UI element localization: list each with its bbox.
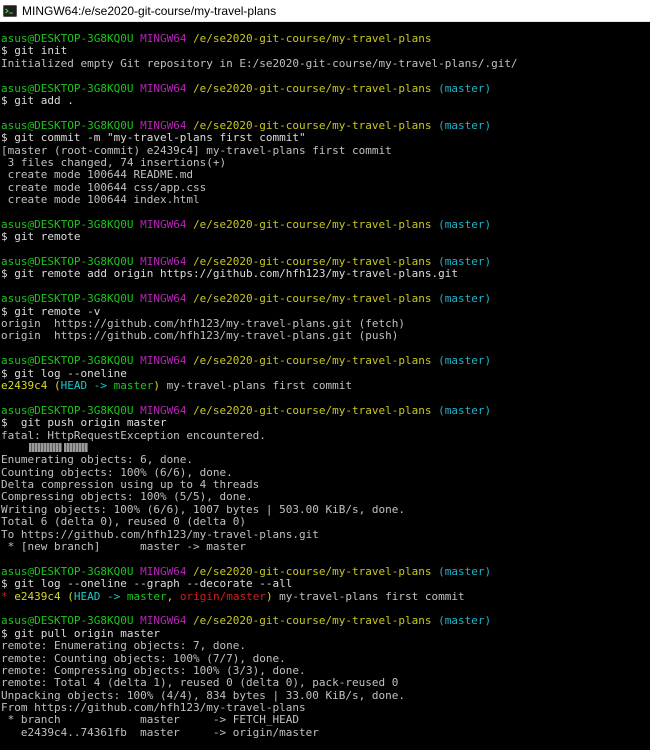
output-line: create mode 100644 index.html bbox=[1, 193, 200, 207]
prompt-msystem: MINGW64 bbox=[140, 255, 187, 269]
window-title: MINGW64:/e/se2020-git-course/my-travel-p… bbox=[22, 3, 277, 18]
prompt-path: /e/se2020-git-course/my-travel-plans bbox=[193, 614, 432, 628]
commit-message: my-travel-plans first commit bbox=[159, 378, 353, 392]
title-bar[interactable]: MINGW64:/e/se2020-git-course/my-travel-p… bbox=[0, 0, 650, 22]
prompt-branch: (master) bbox=[438, 614, 492, 628]
progress-block bbox=[29, 443, 62, 453]
output-line: * [new branch] master -> master bbox=[1, 540, 247, 554]
prompt-branch: (master) bbox=[438, 403, 492, 417]
output-line: create mode 100644 README.md bbox=[1, 168, 194, 182]
output-line: Enumerating objects: 6, done. bbox=[1, 453, 194, 467]
prompt-line: asus@DESKTOP-3G8KQ0U MINGW64 /e/se2020-g… bbox=[1, 32, 650, 45]
prompt-msystem: MINGW64 bbox=[140, 32, 187, 45]
prompt-path: /e/se2020-git-course/my-travel-plans bbox=[193, 292, 432, 306]
command-line: $ git remote add origin https://github.c… bbox=[1, 267, 458, 281]
prompt-user: asus@DESKTOP-3G8KQ0U bbox=[1, 32, 134, 45]
commit-message: my-travel-plans first commit bbox=[272, 589, 465, 603]
output-line: remote: Enumerating objects: 7, done. bbox=[1, 639, 247, 653]
prompt-user: asus@DESKTOP-3G8KQ0U bbox=[1, 354, 134, 368]
prompt-path: /e/se2020-git-course/my-travel-plans bbox=[193, 81, 432, 95]
ref-separator: , bbox=[166, 589, 180, 603]
prompt-msystem: MINGW64 bbox=[140, 354, 187, 368]
prompt-branch: (master) bbox=[438, 255, 492, 269]
branch-ref: master bbox=[126, 589, 167, 603]
prompt-line: asus@DESKTOP-3G8KQ0U MINGW64 /e/se2020-g… bbox=[1, 217, 650, 231]
prompt-branch: (master) bbox=[438, 118, 492, 132]
prompt-path: /e/se2020-git-course/my-travel-plans bbox=[193, 255, 432, 269]
output-line: Initialized empty Git repository in E:/s… bbox=[1, 56, 518, 70]
prompt-msystem: MINGW64 bbox=[140, 217, 187, 231]
prompt-branch: (master) bbox=[438, 354, 492, 368]
branch-ref: master bbox=[113, 378, 154, 392]
output-line: e2439c4..74361fb master -> origin/master bbox=[1, 725, 319, 739]
log-line: e2439c4 (HEAD -> master) my-travel-plans… bbox=[1, 378, 650, 392]
ref-close: ) bbox=[265, 589, 273, 603]
prompt-path: /e/se2020-git-course/my-travel-plans bbox=[193, 118, 432, 132]
prompt-user: asus@DESKTOP-3G8KQ0U bbox=[1, 217, 134, 231]
prompt-path: /e/se2020-git-course/my-travel-plans bbox=[193, 354, 432, 368]
output-line: remote: Total 4 (delta 1), reused 0 (del… bbox=[1, 676, 399, 690]
prompt-user: asus@DESKTOP-3G8KQ0U bbox=[1, 118, 134, 132]
prompt-user: asus@DESKTOP-3G8KQ0U bbox=[1, 403, 134, 417]
prompt-user: asus@DESKTOP-3G8KQ0U bbox=[1, 81, 134, 95]
log-graph-line: * e2439c4 (HEAD -> master, origin/master… bbox=[1, 589, 650, 603]
command-line: $ git commit -m "my-travel-plans first c… bbox=[1, 131, 306, 145]
prompt-branch: (master) bbox=[438, 564, 492, 578]
prompt-line: asus@DESKTOP-3G8KQ0U MINGW64 /e/se2020-g… bbox=[1, 354, 650, 368]
ref-open: ( bbox=[60, 589, 74, 603]
prompt-msystem: MINGW64 bbox=[140, 292, 187, 306]
ref-close: ) bbox=[153, 378, 160, 392]
head-ref: HEAD -> bbox=[73, 589, 127, 603]
prompt-user: asus@DESKTOP-3G8KQ0U bbox=[1, 292, 134, 306]
commit-hash: e2439c4 bbox=[14, 589, 61, 603]
prompt-path: /e/se2020-git-course/my-travel-plans bbox=[193, 32, 432, 45]
prompt-msystem: MINGW64 bbox=[140, 81, 187, 95]
command-line: $ git init bbox=[1, 44, 68, 58]
command-line: $ git push origin master bbox=[1, 416, 167, 430]
prompt-msystem: MINGW64 bbox=[140, 564, 187, 578]
prompt-line: asus@DESKTOP-3G8KQ0U MINGW64 /e/se2020-g… bbox=[1, 293, 650, 305]
head-ref: HEAD -> bbox=[60, 378, 114, 392]
ref-open: ( bbox=[53, 378, 61, 392]
prompt-branch: (master) bbox=[438, 217, 492, 231]
output-line: fatal: HttpRequestException encountered. bbox=[1, 428, 266, 442]
prompt-msystem: MINGW64 bbox=[140, 118, 187, 132]
prompt-msystem: MINGW64 bbox=[140, 614, 187, 628]
command-line: $ git remote bbox=[1, 230, 81, 244]
terminal-window: MINGW64:/e/se2020-git-course/my-travel-p… bbox=[0, 0, 650, 750]
prompt-msystem: MINGW64 bbox=[140, 403, 187, 417]
command-line: $ git add . bbox=[1, 93, 74, 107]
output-line: Compressing objects: 100% (5/5), done. bbox=[1, 490, 253, 504]
mingw-terminal-icon bbox=[3, 4, 17, 18]
prompt-path: /e/se2020-git-course/my-travel-plans bbox=[193, 217, 432, 231]
terminal-output[interactable]: asus@DESKTOP-3G8KQ0U MINGW64 /e/se2020-g… bbox=[0, 22, 650, 750]
progress-block bbox=[64, 443, 88, 453]
prompt-path: /e/se2020-git-course/my-travel-plans bbox=[193, 403, 432, 417]
prompt-user: asus@DESKTOP-3G8KQ0U bbox=[1, 255, 134, 269]
prompt-branch: (master) bbox=[438, 81, 492, 95]
prompt-user: asus@DESKTOP-3G8KQ0U bbox=[1, 564, 134, 578]
prompt-branch: (master) bbox=[438, 292, 492, 306]
prompt-path: /e/se2020-git-course/my-travel-plans bbox=[193, 564, 432, 578]
prompt-user: asus@DESKTOP-3G8KQ0U bbox=[1, 614, 134, 628]
output-line: Total 6 (delta 0), reused 0 (delta 0) bbox=[1, 515, 247, 529]
graph-star: * bbox=[1, 589, 15, 603]
output-line: origin https://github.com/hfh123/my-trav… bbox=[1, 329, 399, 343]
prompt-line: asus@DESKTOP-3G8KQ0U MINGW64 /e/se2020-g… bbox=[1, 615, 650, 627]
remote-branch-ref: origin/master bbox=[179, 589, 266, 603]
prompt-line: asus@DESKTOP-3G8KQ0U MINGW64 /e/se2020-g… bbox=[1, 81, 650, 95]
commit-hash: e2439c4 bbox=[1, 378, 48, 392]
